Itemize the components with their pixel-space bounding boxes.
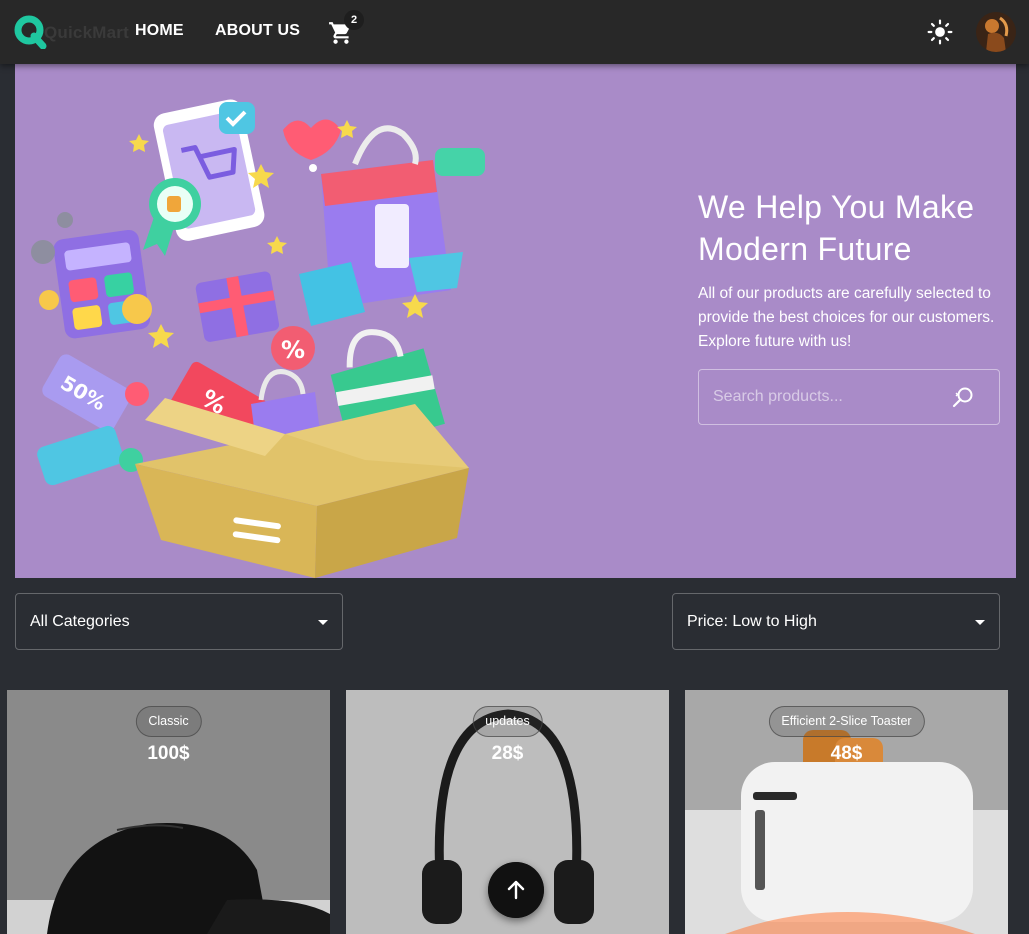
sun-icon[interactable] [927, 19, 953, 45]
svg-text:%: % [281, 336, 305, 364]
category-select[interactable]: All Categories [15, 593, 343, 650]
product-name-chip: Classic [135, 706, 202, 737]
sort-select[interactable]: Price: Low to High [672, 593, 1000, 650]
product-price: 48$ [830, 743, 863, 764]
nav-home-link[interactable]: HOME [135, 22, 184, 40]
logo-q-icon [14, 15, 47, 49]
hero-banner: % 50% % We Help You Make Modern Future A… [15, 64, 1016, 578]
logo-wordmark: QuickMart [44, 23, 129, 42]
product-name-chip: updates [472, 706, 543, 737]
arrow-up-icon[interactable] [488, 862, 544, 918]
avatar[interactable] [976, 12, 1016, 52]
search-icon[interactable] [951, 385, 975, 409]
product-name-chip: Efficient 2-Slice Toaster [768, 706, 925, 737]
search-input[interactable] [699, 370, 939, 424]
hero-subtitle: All of our products are carefully select… [698, 285, 995, 350]
product-price: 28$ [491, 743, 524, 764]
sort-select-value: Price: Low to High [687, 613, 817, 630]
product-card[interactable]: Classic 100$ [7, 690, 330, 934]
cart-count-badge: 2 [344, 10, 364, 30]
top-nav-bar: QuickMart HOME ABOUT US 2 [0, 0, 1029, 64]
shopping-illustration: % 50% % [31, 99, 485, 578]
product-price: 100$ [147, 743, 190, 764]
nav-about-link[interactable]: ABOUT US [215, 22, 300, 40]
search-box [698, 369, 1000, 425]
chevron-down-icon [318, 620, 328, 625]
quickmart-logo[interactable]: QuickMart [14, 15, 129, 49]
product-card[interactable]: Efficient 2-Slice Toaster 48$ [685, 690, 1008, 934]
category-select-value: All Categories [30, 613, 130, 630]
hero-title: We Help You Make Modern Future [698, 189, 975, 267]
chevron-down-icon [975, 620, 985, 625]
